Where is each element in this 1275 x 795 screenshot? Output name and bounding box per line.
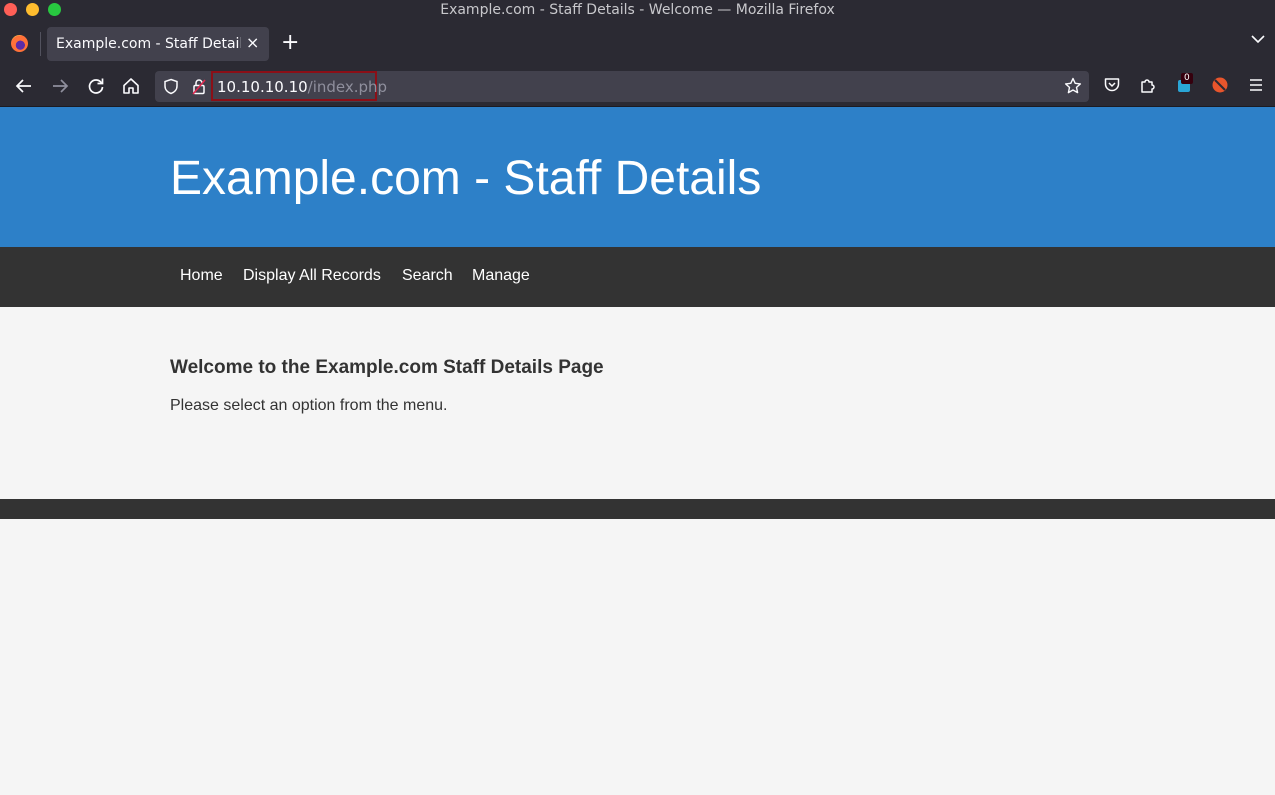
welcome-heading: Welcome to the Example.com Staff Details… xyxy=(170,357,604,378)
url-bar[interactable]: 10.10.10.10/index.php xyxy=(155,71,1089,102)
insecure-lock-icon[interactable] xyxy=(192,78,206,95)
tracking-protection-shield-icon[interactable] xyxy=(163,78,179,95)
pocket-icon[interactable] xyxy=(1103,76,1121,94)
new-tab-button[interactable]: + xyxy=(281,30,299,55)
extensions-puzzle-icon[interactable] xyxy=(1139,76,1157,94)
home-icon[interactable] xyxy=(121,76,141,96)
tab-list-chevron-down-icon[interactable] xyxy=(1251,34,1265,44)
bookmark-star-icon[interactable] xyxy=(1064,77,1082,95)
nav-link-manage[interactable]: Manage xyxy=(472,267,530,285)
site-title: Example.com - Staff Details xyxy=(170,152,762,205)
url-host: 10.10.10.10 xyxy=(217,78,308,96)
forward-arrow-icon[interactable] xyxy=(50,76,70,96)
window-titlebar: Example.com - Staff Details - Welcome — … xyxy=(0,0,1275,22)
window-title: Example.com - Staff Details - Welcome — … xyxy=(440,2,835,18)
welcome-text: Please select an option from the menu. xyxy=(170,397,448,414)
site-header: Example.com - Staff Details xyxy=(0,107,1275,247)
hamburger-menu-icon[interactable] xyxy=(1248,76,1264,94)
reload-icon[interactable] xyxy=(86,76,106,96)
url-path: /index.php xyxy=(307,78,388,96)
site-nav: Home Display All Records Search Manage xyxy=(0,247,1275,307)
browser-toolbar: 10.10.10.10/index.php 0 xyxy=(0,66,1275,107)
nav-link-search[interactable]: Search xyxy=(402,267,453,285)
extension-badge: 0 xyxy=(1181,73,1193,84)
back-arrow-icon[interactable] xyxy=(14,76,34,96)
tab-title: Example.com - Staff Details xyxy=(56,36,241,52)
tab-separator xyxy=(40,32,41,56)
nav-link-home[interactable]: Home xyxy=(180,267,223,285)
tab-strip: Example.com - Staff Details × + xyxy=(0,22,1275,66)
ublock-extension-icon[interactable] xyxy=(1211,76,1229,94)
tab-close-button[interactable]: × xyxy=(246,33,259,52)
tab-active[interactable]: Example.com - Staff Details × xyxy=(47,27,269,61)
firefox-logo-icon[interactable] xyxy=(11,35,28,52)
nav-link-display-all-records[interactable]: Display All Records xyxy=(243,267,381,285)
url-text[interactable]: 10.10.10.10/index.php xyxy=(217,78,387,96)
site-footer xyxy=(0,499,1275,519)
